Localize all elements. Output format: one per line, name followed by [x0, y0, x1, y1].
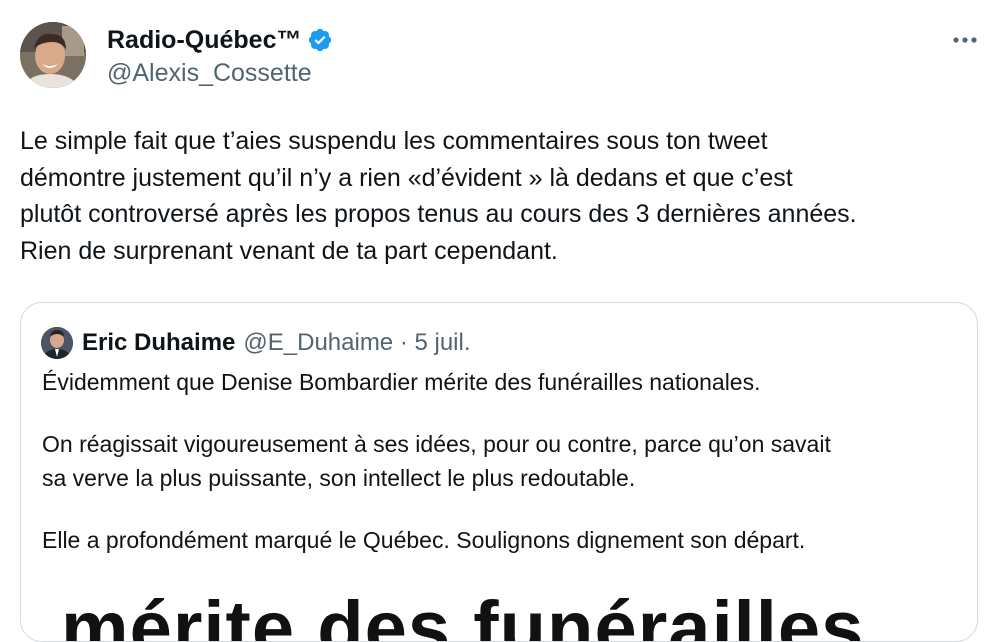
quoted-text-line: Elle a profondément marqué le Québec. So…	[42, 527, 806, 553]
tweet-text-line: Le simple fait que t’aies suspendu les c…	[20, 127, 768, 155]
quoted-tweet-card[interactable]: Eric Duhaime @E_Duhaime · 5 juil. Évidem…	[20, 302, 978, 642]
author-avatar-image	[20, 22, 86, 88]
quoted-text-line: Évidemment que Denise Bombardier mérite …	[42, 369, 761, 395]
quoted-author-meta: @E_Duhaime · 5 juil.	[243, 329, 471, 356]
author-avatar[interactable]	[20, 22, 86, 88]
quoted-text-line: On réagissait vigoureusement à ses idées…	[42, 431, 831, 457]
quoted-tweet-header: Eric Duhaime @E_Duhaime · 5 juil.	[41, 325, 471, 361]
more-options-button[interactable]	[948, 26, 982, 54]
quoted-text-line: sa verve la plus puissante, son intellec…	[42, 465, 636, 491]
verified-badge-icon	[307, 27, 333, 53]
more-horizontal-icon	[952, 31, 978, 49]
tweet-text-line: démontre justement qu’il n’y a rien «d’é…	[20, 163, 793, 192]
quoted-media-caption: mérite des funérailles	[61, 586, 865, 642]
author-handle[interactable]: @Alexis_Cossette	[107, 57, 312, 89]
quoted-author-name: Eric Duhaime	[82, 329, 236, 356]
quoted-tweet-text: Évidemment que Denise Bombardier mérite …	[42, 365, 962, 557]
tweet-text-line: plutôt controversé après les propos tenu…	[20, 200, 857, 228]
tweet-text: Le simple fait que t’aies suspendu les c…	[20, 123, 995, 269]
quoted-author-avatar	[41, 327, 73, 359]
quoted-tweet-media[interactable]: mérite des funérailles	[21, 565, 977, 642]
author-name[interactable]: Radio-Québec™	[107, 24, 301, 56]
tweet-text-line: Rien de surprenant venant de ta part cep…	[20, 236, 558, 265]
author-name-row: Radio-Québec™	[107, 24, 333, 56]
